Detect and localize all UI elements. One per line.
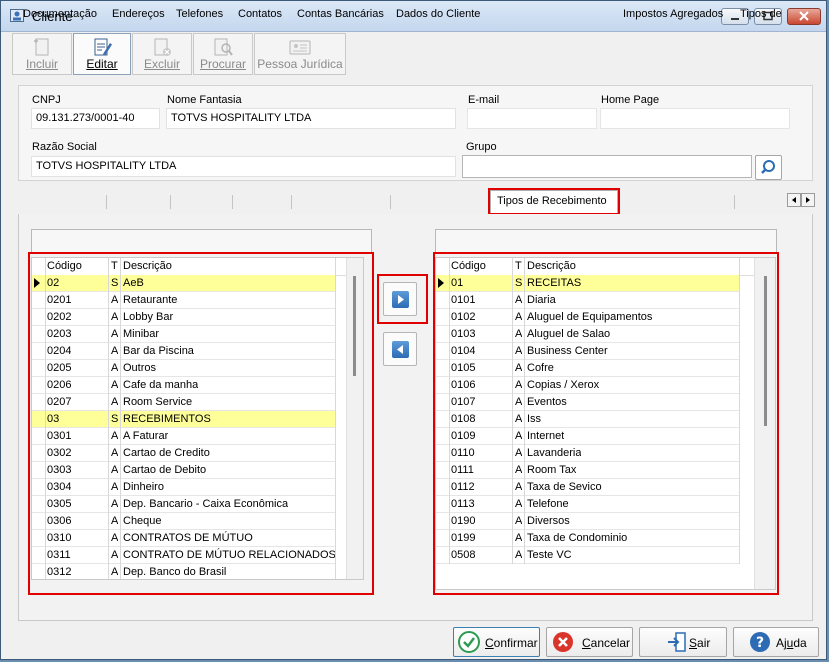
tab-separator <box>106 195 107 209</box>
editar-label: Editar <box>86 57 118 71</box>
remove-type-button[interactable] <box>383 332 417 366</box>
exit-door-icon <box>668 632 686 652</box>
excluir-label: Excluir <box>143 57 180 71</box>
left-grid-highlight-box <box>28 252 374 595</box>
tab-scroll-right-button[interactable] <box>801 193 815 207</box>
right-group-header <box>435 229 777 252</box>
nome-fantasia-field[interactable]: TOTVS HOSPITALITY LTDA <box>166 108 456 129</box>
grupo-lookup-button[interactable] <box>755 155 782 180</box>
magnifier-icon <box>761 160 775 174</box>
new-document-icon <box>34 38 49 56</box>
close-icon <box>799 11 809 21</box>
grupo-field[interactable] <box>462 155 752 178</box>
tab-separator <box>170 195 171 209</box>
tab-documentacao[interactable]: Documentação <box>23 5 97 25</box>
ajuda-button[interactable]: ? Ajuda <box>733 627 819 657</box>
cancelar-button[interactable]: Cancelar <box>546 627 633 657</box>
home-page-label: Home Page <box>601 94 660 106</box>
edit-document-icon <box>94 38 112 56</box>
home-page-field[interactable] <box>600 108 790 129</box>
id-card-icon <box>289 40 311 55</box>
pessoa-juridica-label: Pessoa Jurídica <box>257 57 343 71</box>
nome-fantasia-label: Nome Fantasia <box>167 94 242 106</box>
search-icon <box>214 38 233 56</box>
help-icon: ? <box>750 632 770 652</box>
tab-separator <box>291 195 292 209</box>
email-label: E-mail <box>468 94 500 106</box>
procurar-button[interactable]: Procurar <box>193 33 253 75</box>
check-icon <box>458 631 480 653</box>
pessoa-juridica-button[interactable]: Pessoa Jurídica <box>254 33 346 75</box>
procurar-label: Procurar <box>199 57 246 71</box>
sair-button[interactable]: Sair <box>639 627 727 657</box>
grupo-label: Grupo <box>466 141 497 153</box>
tab-dados-do-cliente[interactable]: Dados do Cliente <box>396 5 480 25</box>
cnpj-field[interactable]: 09.131.273/0001-40 <box>31 108 160 129</box>
tab-tipos-de[interactable]: Tipos de <box>740 5 786 25</box>
tab-impostos-agregados[interactable]: Impostos Agregados <box>623 5 723 25</box>
confirmar-label: Confirmar <box>485 636 538 650</box>
add-button-highlight-box <box>377 274 428 324</box>
tab-separator <box>232 195 233 209</box>
delete-document-icon <box>154 38 171 56</box>
tab-telefones[interactable]: Telefones <box>176 5 223 25</box>
arrow-left-icon <box>397 345 403 354</box>
tab-separator <box>734 195 735 209</box>
left-group-header <box>31 229 372 252</box>
cliente-window: Cliente Incluir Editar Excluir Procurar … <box>0 0 827 660</box>
right-grid-highlight-box <box>433 252 779 595</box>
scroll-left-icon <box>792 197 796 203</box>
tab-enderecos[interactable]: Endereços <box>112 5 165 25</box>
tab-separator <box>390 195 391 209</box>
cancelar-label: Cancelar <box>582 636 631 650</box>
confirmar-button[interactable]: Confirmar <box>453 627 540 657</box>
tab-contas-bancarias[interactable]: Contas Bancárias <box>297 5 384 25</box>
cnpj-label: CNPJ <box>32 94 61 106</box>
close-button[interactable] <box>787 8 821 25</box>
app-icon <box>10 9 24 22</box>
cancel-icon <box>553 632 573 652</box>
ajuda-label: Ajuda <box>776 636 807 650</box>
razao-social-label: Razão Social <box>32 141 97 153</box>
sair-label: Sair <box>689 636 711 650</box>
razao-social-field[interactable]: TOTVS HOSPITALITY LTDA <box>31 156 456 177</box>
email-field[interactable] <box>467 108 597 129</box>
scroll-right-icon <box>806 197 810 203</box>
incluir-button[interactable]: Incluir <box>12 33 72 75</box>
tab-contatos[interactable]: Contatos <box>238 5 282 25</box>
tab-highlight-box <box>488 188 620 215</box>
excluir-button[interactable]: Excluir <box>132 33 192 75</box>
tab-scroll-left-button[interactable] <box>787 193 801 207</box>
tab-strip <box>18 189 813 215</box>
incluir-label: Incluir <box>25 57 58 71</box>
editar-button[interactable]: Editar <box>73 33 131 75</box>
svg-text:?: ? <box>756 635 764 651</box>
